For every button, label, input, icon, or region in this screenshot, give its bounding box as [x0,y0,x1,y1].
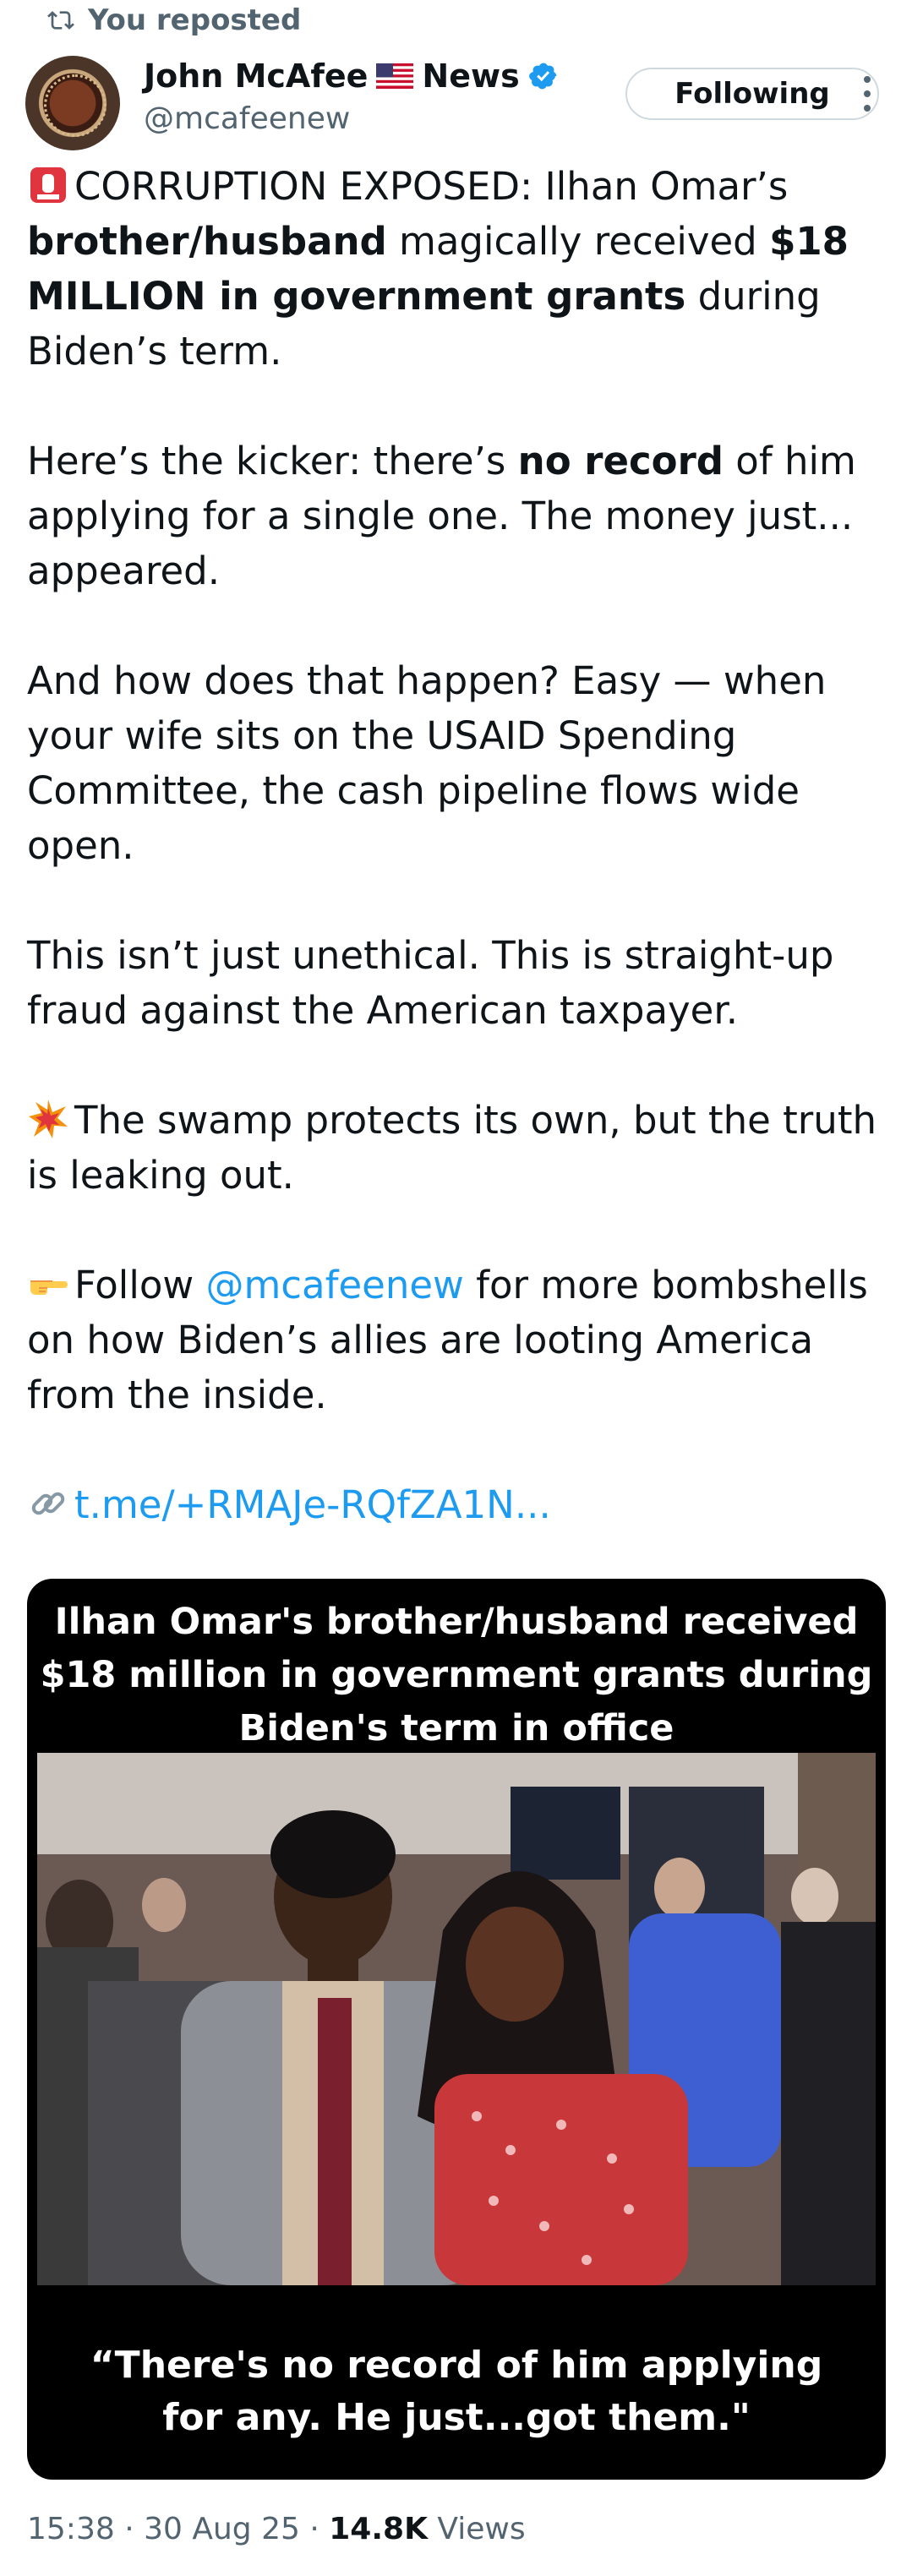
repost-label: You reposted [88,3,302,37]
avatar[interactable] [25,56,120,150]
repost-icon [47,11,74,30]
author-name-row[interactable]: John McAfee News [144,57,559,95]
tweet-text: CORRUPTION EXPOSED: Ilhan Omar’s brother… [27,159,898,1587]
following-button[interactable]: Following [625,68,879,120]
verified-badge-icon [528,63,557,90]
author-name-suffix[interactable]: News [422,57,519,95]
tweet-time[interactable]: 15:38 [27,2512,115,2546]
views-label: Views [437,2512,526,2546]
media-bottom-caption: “There's no record of him applying for a… [90,2344,823,2439]
external-link[interactable]: t.me/+RMAJe-RQfZA1N... [74,1482,551,1527]
media-top-caption: Ilhan Omar's brother/husband received $1… [40,1601,873,1749]
tweet-paragraph-3: And how does that happen? Easy — when yo… [27,658,827,868]
pointing-hand-emoji [30,1280,68,1295]
tweet-paragraph-5: The swamp protects its own, but the trut… [27,1098,877,1198]
tweet-paragraph-2: Here’s the kicker: there’s no record of … [27,439,856,593]
author-name[interactable]: John McAfee [144,57,368,95]
tweet-link-paragraph[interactable]: t.me/+RMAJe-RQfZA1N... [27,1477,898,1532]
collision-emoji [29,1100,68,1138]
us-flag-icon [376,63,414,89]
tweet-paragraph-1: CORRUPTION EXPOSED: Ilhan Omar’s brother… [27,164,849,374]
mention-link[interactable]: @mcafeenew [205,1263,463,1307]
rotating-light-emoji [30,167,66,203]
more-options-icon[interactable] [860,73,874,115]
views-count: 14.8K [329,2512,428,2546]
tweet-paragraph-4: This isn’t just unethical. This is strai… [27,933,834,1033]
photo-illustration [37,1753,876,2285]
tweet-date[interactable]: 30 Aug 25 [144,2512,300,2546]
author-handle[interactable]: @mcafeenew [144,101,350,136]
tweet-metadata: 15:38 · 30 Aug 25 · 14.8K Views [27,2512,526,2546]
tweet-media-image[interactable]: Ilhan Omar's brother/husband received $1… [27,1579,886,2480]
tweet-paragraph-6: Follow @mcafeenew for more bombshells on… [27,1263,868,1417]
link-emoji [31,1492,65,1515]
media-photo [37,1753,876,2285]
repost-indicator[interactable]: You reposted [47,2,302,39]
